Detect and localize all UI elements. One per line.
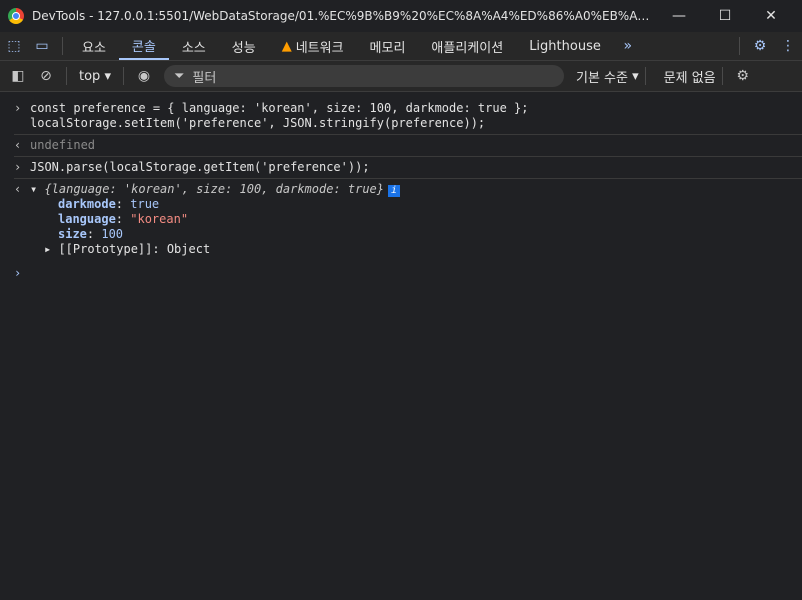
divider: [66, 67, 67, 85]
console-result-entry: ‹ ▾ {language: 'korean', size: 100, dark…: [14, 179, 802, 260]
input-prompt-icon: ›: [14, 101, 22, 115]
warning-icon: ▲: [281, 38, 292, 54]
filter-input[interactable]: ⏷ 필터: [163, 65, 564, 87]
property-key: language: [58, 212, 116, 226]
property-value: "korean": [130, 212, 189, 226]
divider: [739, 37, 740, 55]
property-key: size: [58, 227, 87, 241]
more-tabs-icon[interactable]: »: [614, 38, 642, 54]
chrome-icon: [8, 8, 24, 24]
code-line: localStorage.setItem('preference', JSON.…: [30, 116, 486, 130]
tab-performance[interactable]: 성능: [219, 32, 269, 60]
inspect-element-icon[interactable]: ⬚: [0, 38, 28, 54]
settings-icon[interactable]: ⚙: [746, 38, 774, 54]
info-icon[interactable]: i: [388, 185, 401, 197]
title-bar: DevTools - 127.0.0.1:5501/WebDataStorage…: [0, 0, 802, 32]
result-arrow-icon: ‹: [14, 138, 22, 152]
tab-elements[interactable]: 요소: [69, 32, 119, 60]
console-input-entry: › JSON.parse(localStorage.getItem('prefe…: [14, 157, 802, 179]
more-options-icon[interactable]: ⋮: [774, 38, 802, 54]
divider: [644, 67, 646, 85]
panel-tabs: ⬚ ▭ 요소 콘솔 소스 성능 ▲ 네트워크 메모리 애플리케이션 Lightho…: [0, 32, 802, 61]
divider: [122, 67, 124, 85]
tab-network-label: 네트워크: [295, 40, 344, 56]
object-header[interactable]: ▾ {language: 'korean', size: 100, darkmo…: [30, 182, 802, 197]
device-toolbar-icon[interactable]: ▭: [28, 38, 56, 54]
clear-console-icon[interactable]: ⊘: [32, 62, 60, 90]
console-input-entry: › const preference = { language: 'korean…: [14, 98, 802, 135]
filter-icon: ⏷: [173, 68, 185, 84]
log-level-select[interactable]: 기본 수준 ▾: [576, 67, 639, 86]
console-toolbar: ◧ ⊘ top ▾ ◉ ⏷ 필터 기본 수준 ▾ 문제 없음 ⚙: [0, 61, 802, 92]
property-row: language: "korean": [58, 212, 189, 226]
console-prompt[interactable]: ›: [14, 260, 802, 280]
property-value: true: [130, 197, 160, 211]
context-label: top: [79, 68, 101, 84]
result-arrow-icon: ‹: [14, 182, 22, 196]
tab-sources[interactable]: 소스: [169, 32, 219, 60]
tab-console[interactable]: 콘솔: [118, 32, 169, 60]
tab-application[interactable]: 애플리케이션: [418, 32, 516, 60]
log-level-label: 기본 수준: [575, 70, 628, 86]
object-properties: darkmode: true language: "korean" size: …: [30, 197, 802, 242]
code-line: const preference = { language: 'korean',…: [30, 101, 529, 115]
console-settings-icon[interactable]: ⚙: [729, 62, 757, 90]
property-row: size: 100: [58, 227, 124, 241]
prototype-label: [[Prototype]]: Object: [58, 242, 211, 256]
filter-placeholder: 필터: [192, 70, 217, 86]
eye-icon[interactable]: ◉: [130, 62, 158, 90]
minimize-icon[interactable]: —: [656, 0, 702, 32]
maximize-icon[interactable]: ☐: [702, 0, 748, 32]
tab-lighthouse[interactable]: Lighthouse: [516, 32, 614, 60]
context-select[interactable]: top ▾: [73, 69, 117, 84]
property-value: 100: [101, 227, 124, 241]
divider: [62, 37, 63, 55]
issues-counter[interactable]: 문제 없음: [664, 67, 716, 86]
window-controls: — ☐ ✕: [656, 0, 794, 32]
property-key: darkmode: [58, 197, 116, 211]
sidebar-toggle-icon[interactable]: ◧: [4, 62, 32, 90]
window-title: DevTools - 127.0.0.1:5501/WebDataStorage…: [32, 9, 656, 23]
input-prompt-icon: ›: [14, 160, 22, 174]
property-row: darkmode: true: [58, 197, 160, 211]
console-result-entry: ‹ undefined: [14, 135, 802, 157]
console-output: › const preference = { language: 'korean…: [0, 92, 802, 280]
tab-memory[interactable]: 메모리: [357, 32, 419, 60]
result-value: undefined: [30, 138, 96, 152]
object-preview: {language: 'korean', size: 100, darkmode…: [44, 182, 385, 196]
code-line: JSON.parse(localStorage.getItem('prefere…: [30, 160, 370, 174]
tab-network[interactable]: ▲ 네트워크: [269, 32, 357, 60]
divider: [721, 67, 723, 85]
close-icon[interactable]: ✕: [748, 0, 794, 32]
prototype-row[interactable]: ▸ [[Prototype]]: Object: [30, 242, 802, 257]
